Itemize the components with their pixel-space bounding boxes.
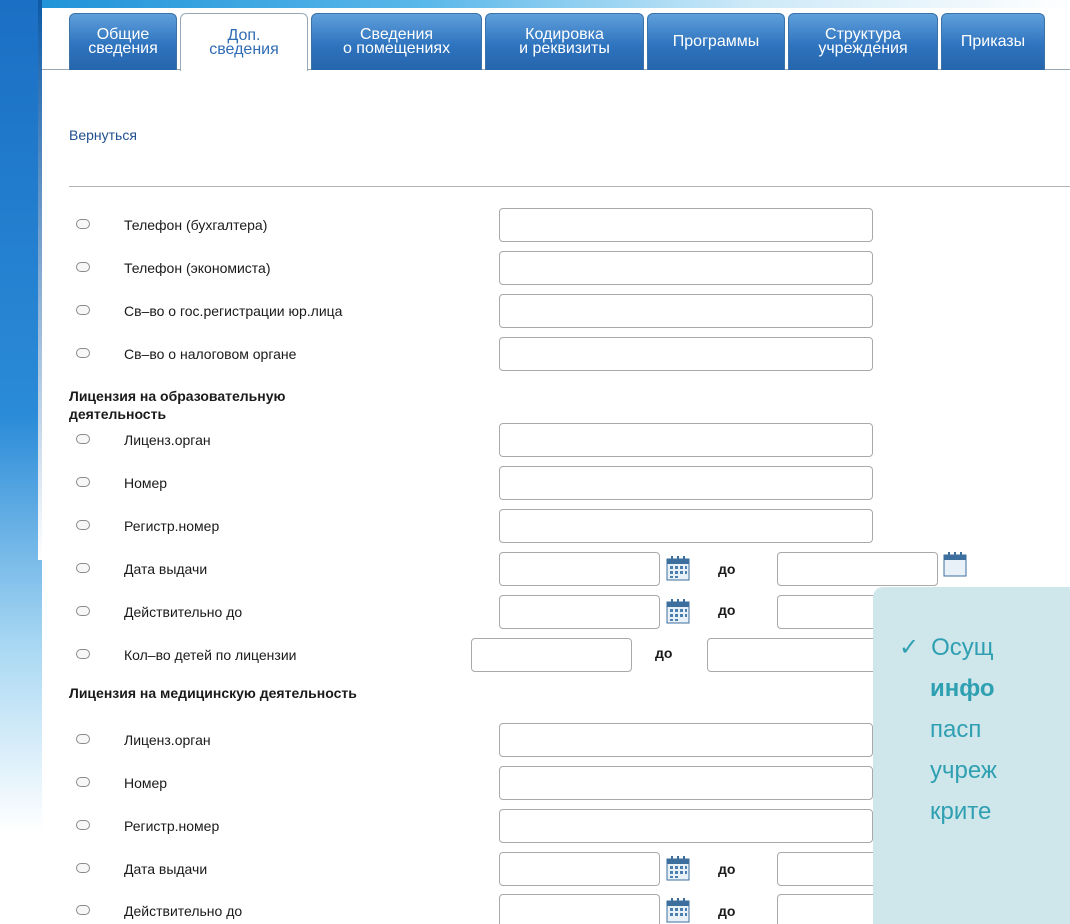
calendar-icon[interactable] — [943, 551, 967, 577]
field-label: Действительно до — [124, 604, 243, 620]
note-line: крите — [930, 798, 992, 825]
radio-button[interactable] — [76, 649, 90, 659]
tab-bar: Общие сведения Доп. сведения Сведения о … — [42, 8, 1070, 71]
check-icon: ✓ — [899, 634, 920, 661]
field-label: Регистр.номер — [124, 818, 220, 834]
field-label: Регистр.номер — [124, 518, 220, 534]
edu-number-input[interactable] — [499, 466, 873, 500]
field-label: Номер — [124, 775, 168, 791]
tab-institution-structure[interactable]: Структура учреждения — [788, 13, 938, 70]
field-label: Лиценз.орган — [124, 432, 211, 448]
calendar-icon[interactable] — [666, 555, 690, 581]
slide-top-border — [0, 0, 1070, 8]
field-label: Св–во о гос.регистрации юр.лица — [124, 303, 343, 319]
range-separator: до — [718, 903, 736, 919]
field-label: Дата выдачи — [124, 861, 208, 877]
field-label: Действительно до — [124, 903, 243, 919]
phone-accountant-input[interactable] — [499, 208, 873, 242]
row-edu-number: Номер — [0, 465, 1070, 501]
tab-general-info[interactable]: Общие сведения — [69, 13, 177, 70]
med-number-input[interactable] — [499, 766, 873, 800]
divider — [69, 186, 1070, 187]
note-line: пасп — [930, 716, 982, 743]
range-separator: до — [718, 602, 736, 618]
row-state-registration: Св–во о гос.регистрации юр.лица — [0, 293, 1070, 329]
range-separator: до — [718, 561, 736, 577]
section-title-medical-license: Лицензия на медицинскую деятельность — [69, 685, 357, 701]
tax-authority-input[interactable] — [499, 337, 873, 371]
radio-button[interactable] — [76, 434, 90, 444]
radio-button[interactable] — [76, 219, 90, 229]
field-label: Лиценз.орган — [124, 732, 211, 748]
field-label: Телефон (экономиста) — [124, 260, 271, 276]
radio-button[interactable] — [76, 606, 90, 616]
note-line: ✓ Осущ — [899, 634, 994, 661]
radio-button[interactable] — [76, 262, 90, 272]
med-licensing-body-input[interactable] — [499, 723, 873, 757]
callout-note: ✓ Осущ инфо пасп учреж крите — [873, 587, 1070, 924]
field-label: Номер — [124, 475, 168, 491]
row-tax-authority: Св–во о налоговом органе — [0, 336, 1070, 372]
med-issue-date-from-input[interactable] — [499, 852, 660, 886]
back-link[interactable]: Вернуться — [69, 127, 137, 143]
field-label: Дата выдачи — [124, 561, 208, 577]
row-edu-issue-date: Дата выдачи до — [0, 551, 1070, 587]
state-registration-input[interactable] — [499, 294, 873, 328]
field-label: Св–во о налоговом органе — [124, 346, 297, 362]
field-label: Кол–во детей по лицензии — [124, 647, 297, 663]
phone-economist-input[interactable] — [499, 251, 873, 285]
row-phone-economist: Телефон (экономиста) — [0, 250, 1070, 286]
row-phone-accountant: Телефон (бухгалтера) — [0, 207, 1070, 243]
radio-button[interactable] — [76, 863, 90, 873]
radio-button[interactable] — [76, 348, 90, 358]
med-valid-until-from-input[interactable] — [499, 894, 660, 924]
tab-additional-info[interactable]: Доп. сведения — [180, 13, 308, 71]
range-separator: до — [655, 645, 673, 661]
calendar-icon[interactable] — [666, 855, 690, 881]
radio-button[interactable] — [76, 477, 90, 487]
tab-programs[interactable]: Программы — [647, 13, 785, 70]
row-edu-reg-number: Регистр.номер — [0, 508, 1070, 544]
edu-reg-number-input[interactable] — [499, 509, 873, 543]
radio-button[interactable] — [76, 820, 90, 830]
note-line: учреж — [930, 757, 997, 784]
note-line: инфо — [930, 675, 995, 702]
radio-button[interactable] — [76, 305, 90, 315]
edu-issue-date-to-input[interactable] — [777, 552, 938, 586]
calendar-icon[interactable] — [666, 897, 690, 923]
radio-button[interactable] — [76, 563, 90, 573]
med-reg-number-input[interactable] — [499, 809, 873, 843]
tab-premises-info[interactable]: Сведения о помещениях — [311, 13, 482, 70]
edu-valid-until-from-input[interactable] — [499, 595, 660, 629]
radio-button[interactable] — [76, 734, 90, 744]
radio-button[interactable] — [76, 777, 90, 787]
tab-orders[interactable]: Приказы — [941, 13, 1045, 70]
calendar-icon[interactable] — [666, 598, 690, 624]
edu-licensing-body-input[interactable] — [499, 423, 873, 457]
radio-button[interactable] — [76, 520, 90, 530]
edu-children-from-input[interactable] — [471, 638, 632, 672]
range-separator: до — [718, 861, 736, 877]
edu-issue-date-from-input[interactable] — [499, 552, 660, 586]
section-title-education-license: Лицензия на образовательную деятельность — [69, 388, 286, 422]
radio-button[interactable] — [76, 905, 90, 915]
tab-coding-requisites[interactable]: Кодировка и реквизиты — [485, 13, 644, 70]
field-label: Телефон (бухгалтера) — [124, 217, 268, 233]
row-edu-licensing-body: Лиценз.орган — [0, 422, 1070, 458]
